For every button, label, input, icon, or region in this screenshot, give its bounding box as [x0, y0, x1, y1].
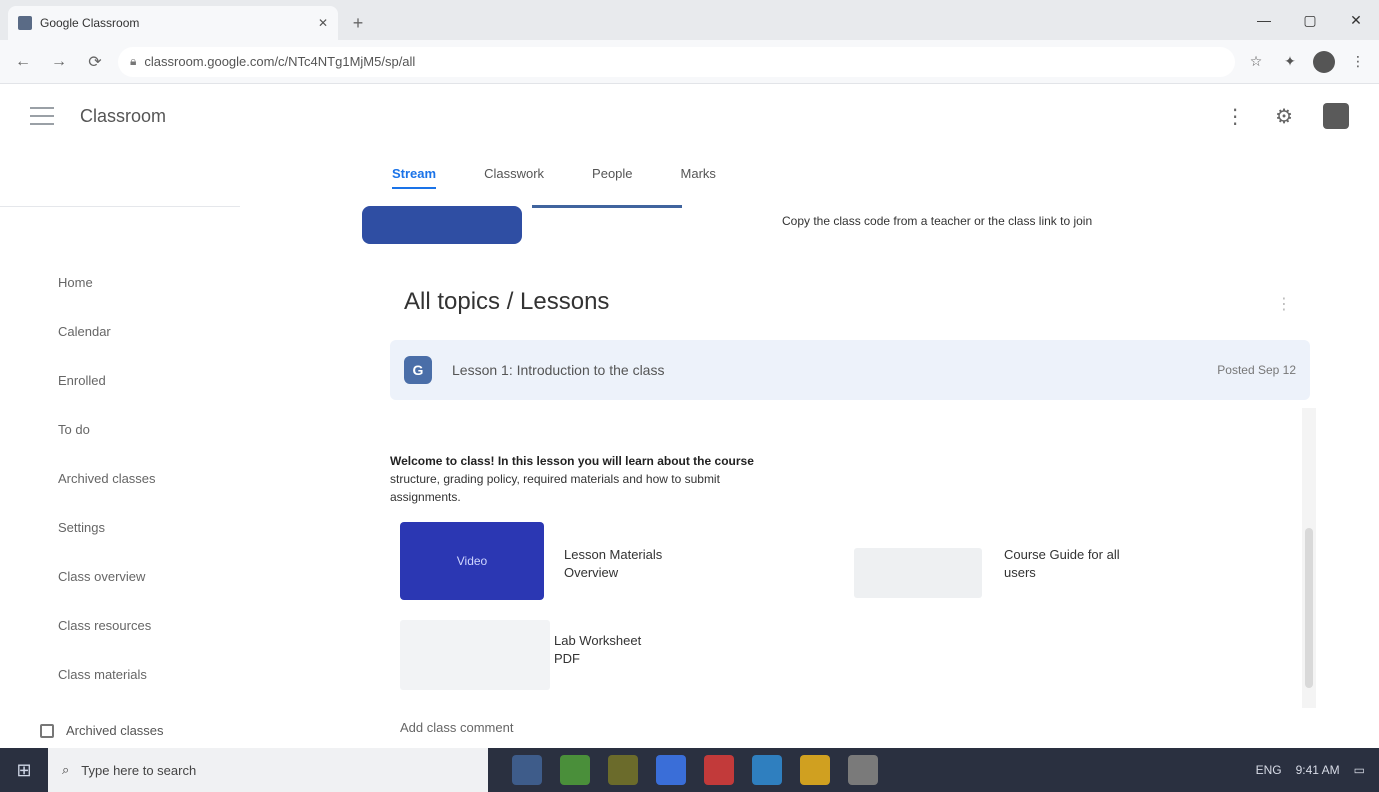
class-tabs: Stream Classwork People Marks — [392, 166, 716, 189]
material-title-3-line1: Lab Worksheet — [554, 633, 642, 648]
url-field[interactable]: 🔒︎ classroom.google.com/c/NTc4NTg1MjM5/s… — [118, 46, 1235, 77]
sidebar-divider — [0, 206, 240, 207]
maximize-button[interactable]: ▢ — [1287, 0, 1333, 40]
search-icon: ⌕ — [62, 762, 70, 777]
lesson-icon: G — [404, 356, 432, 384]
toolbar-icons: ☆ ✦ ⋮ — [1245, 50, 1369, 73]
join-class-button[interactable] — [362, 206, 522, 244]
tab-classwork[interactable]: Classwork — [484, 166, 544, 189]
sidebar-item-todo[interactable]: To do — [0, 405, 240, 454]
description-line-3: assignments. — [390, 490, 461, 504]
video-thumbnail[interactable]: Video — [400, 522, 544, 600]
start-button[interactable]: ⊞ — [0, 748, 48, 792]
sidebar-footer[interactable]: Archived classes — [40, 723, 164, 738]
archive-icon — [40, 723, 54, 738]
content-scrollbar[interactable] — [1302, 408, 1316, 708]
sidebar-item-overview[interactable]: Class overview — [0, 552, 240, 601]
main-content: Stream Classwork People Marks Copy the c… — [312, 148, 1332, 748]
language-indicator[interactable]: ENG — [1256, 763, 1282, 777]
description-line-1: Welcome to class! In this lesson you wil… — [390, 454, 754, 468]
material-title-2-line1: Course Guide for all — [1004, 547, 1120, 562]
window-controls: — ▢ ✕ — [1241, 0, 1379, 40]
worksheet-thumbnail[interactable] — [400, 620, 550, 690]
tab-stream[interactable]: Stream — [392, 166, 437, 189]
header-actions: ⋮ ⚙ — [1225, 103, 1349, 129]
notifications-icon[interactable]: ▭ — [1354, 763, 1365, 777]
add-comment-link[interactable]: Add class comment — [400, 720, 513, 735]
tab-marks[interactable]: Marks — [681, 166, 716, 189]
document-thumbnail[interactable] — [854, 548, 982, 598]
browser-icon[interactable] — [560, 755, 590, 785]
taskbar-apps — [488, 755, 878, 785]
tab-close-icon[interactable]: ✕ — [318, 16, 328, 30]
promo-text: Copy the class code from a teacher or th… — [782, 214, 1093, 228]
sidebar-item-calendar[interactable]: Calendar — [0, 307, 240, 356]
lock-icon: 🔒︎ — [130, 54, 137, 68]
browser-menu-icon[interactable]: ⋮ — [1347, 51, 1369, 73]
back-button[interactable]: ← — [10, 49, 36, 75]
reload-button[interactable]: ⟳ — [82, 49, 108, 75]
lesson-header-bar[interactable]: G Lesson 1: Introduction to the class Po… — [390, 340, 1310, 400]
sidebar-list: Home Calendar Enrolled To do Archived cl… — [0, 258, 240, 699]
sidebar-footer-label: Archived classes — [66, 723, 164, 738]
page-title: All topics / Lessons — [404, 288, 610, 315]
store-icon[interactable] — [656, 755, 686, 785]
browser-tab[interactable]: Google Classroom ✕ — [8, 6, 338, 40]
promo-underline — [532, 205, 682, 208]
sidebar-item-settings[interactable]: Settings — [0, 503, 240, 552]
photos-icon[interactable] — [752, 755, 782, 785]
main-menu-icon[interactable] — [30, 107, 54, 125]
left-sidebar: Home Calendar Enrolled To do Archived cl… — [0, 148, 240, 748]
system-tray: ENG 9:41 AM ▭ — [1256, 763, 1379, 777]
tab-people[interactable]: People — [592, 166, 632, 189]
app-brand[interactable]: Classroom — [80, 106, 166, 127]
media-icon[interactable] — [704, 755, 734, 785]
settings-icon[interactable]: ⚙ — [1275, 104, 1293, 129]
extensions-icon[interactable]: ✦ — [1279, 51, 1301, 73]
sidebar-item-home[interactable]: Home — [0, 258, 240, 307]
clock[interactable]: 9:41 AM — [1296, 763, 1340, 777]
os-taskbar: ⊞ ⌕ Type here to search ENG 9:41 AM ▭ — [0, 748, 1379, 792]
browser-tab-bar: Google Classroom ✕ + — ▢ ✕ — [0, 0, 1379, 40]
favicon-icon — [18, 16, 32, 30]
more-options-icon[interactable]: ⋮ — [1225, 104, 1245, 129]
heading-more-icon[interactable]: ⋮ — [1276, 294, 1292, 314]
account-avatar[interactable] — [1323, 103, 1349, 129]
material-title-1[interactable]: Lesson Materials Overview — [564, 546, 662, 582]
lesson-title: Lesson 1: Introduction to the class — [452, 362, 665, 378]
close-window-button[interactable]: ✕ — [1333, 0, 1379, 40]
description-line-2: structure, grading policy, required mate… — [390, 472, 720, 486]
material-title-2-line2: users — [1004, 565, 1036, 580]
minimize-button[interactable]: — — [1241, 0, 1287, 40]
material-title-3-line2: PDF — [554, 651, 580, 666]
settings-app-icon[interactable] — [800, 755, 830, 785]
tab-title: Google Classroom — [40, 16, 140, 30]
forward-button[interactable]: → — [46, 49, 72, 75]
address-bar: ← → ⟳ 🔒︎ classroom.google.com/c/NTc4NTg1… — [0, 40, 1379, 84]
lesson-description: Welcome to class! In this lesson you wil… — [390, 452, 990, 506]
file-explorer-icon[interactable] — [512, 755, 542, 785]
material-title-2[interactable]: Course Guide for all users — [1004, 546, 1120, 582]
material-title-1-line1: Lesson Materials — [564, 547, 663, 562]
scrollbar-thumb[interactable] — [1305, 528, 1313, 688]
material-title-3[interactable]: Lab Worksheet PDF — [554, 632, 641, 668]
sidebar-item-enrolled[interactable]: Enrolled — [0, 356, 240, 405]
sidebar-item-resources[interactable]: Class resources — [0, 601, 240, 650]
taskbar-search-placeholder: Type here to search — [81, 762, 197, 778]
profile-avatar[interactable] — [1313, 50, 1335, 73]
material-title-1-line2: Overview — [564, 565, 619, 580]
url-text: classroom.google.com/c/NTc4NTg1MjM5/sp/a… — [144, 54, 416, 69]
star-icon[interactable]: ☆ — [1245, 51, 1267, 73]
lesson-date: Posted Sep 12 — [1217, 363, 1296, 377]
mail-icon[interactable] — [608, 755, 638, 785]
new-tab-button[interactable]: + — [346, 11, 370, 35]
app-header: Classroom ⋮ ⚙ — [0, 84, 1379, 148]
taskbar-search[interactable]: ⌕ Type here to search — [48, 748, 488, 792]
sidebar-item-archived[interactable]: Archived classes — [0, 454, 240, 503]
notes-icon[interactable] — [848, 755, 878, 785]
sidebar-item-materials[interactable]: Class materials — [0, 650, 240, 699]
